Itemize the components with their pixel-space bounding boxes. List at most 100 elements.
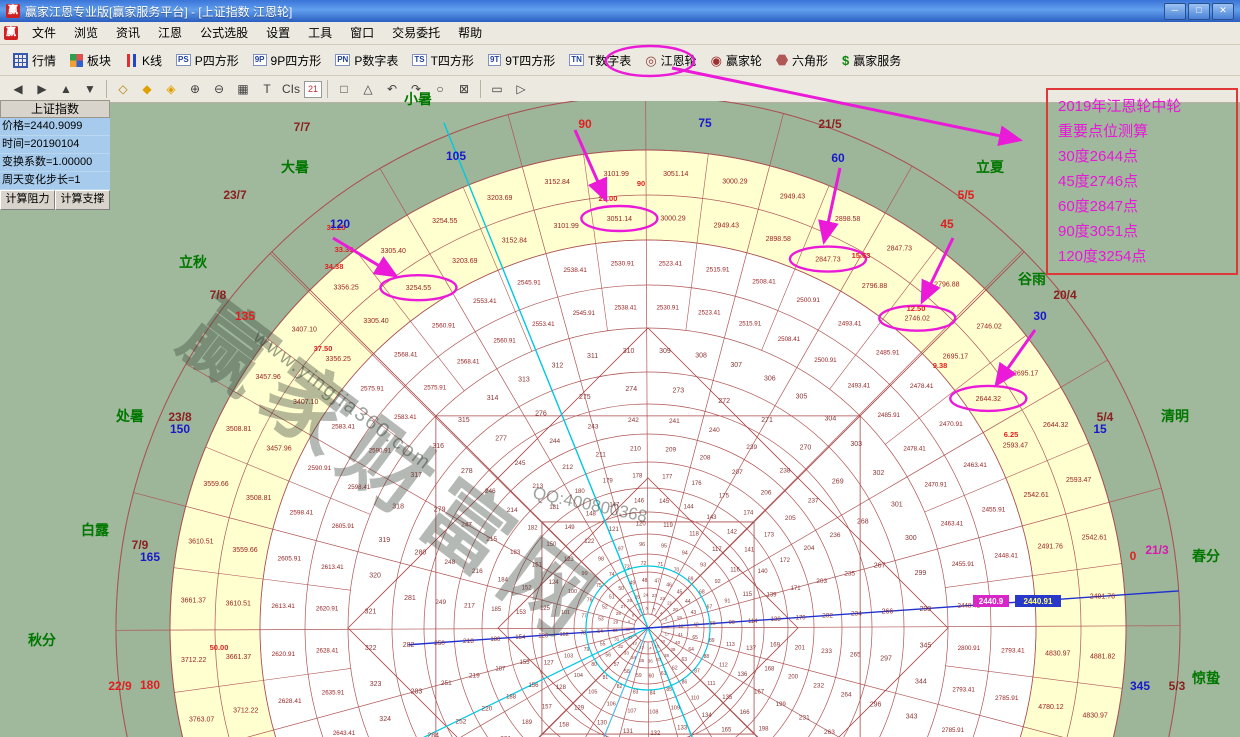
toolbar-item-label: 六角形 bbox=[792, 52, 828, 69]
app-icon: 赢 bbox=[6, 4, 20, 18]
toolbar-item-label: 9P四方形 bbox=[271, 52, 322, 69]
calc-resistance-button[interactable]: 计算阻力 bbox=[0, 190, 55, 210]
badge-icon: PN bbox=[335, 54, 350, 66]
toolbar-item-label: K线 bbox=[142, 52, 162, 69]
menu-item-6[interactable]: 工具 bbox=[299, 22, 341, 44]
menu-item-9[interactable]: 帮助 bbox=[449, 22, 491, 44]
annotation-line-1: 重要点位测算 bbox=[1058, 119, 1226, 144]
rotate-ccw-button[interactable]: ↶ bbox=[381, 79, 403, 99]
toolbar-item-10[interactable]: ◉ 赢家轮 bbox=[704, 45, 769, 75]
badge-icon: 9T bbox=[488, 54, 501, 66]
triangle-tool-button[interactable]: △ bbox=[357, 79, 379, 99]
info-panel-title: 上证指数 bbox=[0, 100, 110, 118]
toolbar-main: 行情 板块 K线 PS P四方形 9P9P四方形 PN P数字表 TS T四方形 9T 9T四方形 TN… bbox=[0, 45, 1240, 76]
calc-support-button[interactable]: 计算支撑 bbox=[55, 190, 110, 210]
toolbar-item-8[interactable]: TN T数字表 bbox=[562, 45, 638, 75]
diamond-outline-button[interactable]: ◇ bbox=[112, 79, 134, 99]
toolbar-item-label: 赢家轮 bbox=[726, 52, 762, 69]
toolbar-item-12[interactable]: $ 赢家服务 bbox=[835, 45, 908, 75]
rect-tool-button[interactable]: □ bbox=[333, 79, 355, 99]
maximize-button[interactable]: □ bbox=[1188, 3, 1210, 20]
next-button[interactable]: ▶ bbox=[31, 79, 53, 99]
toolbar-item-label: P数字表 bbox=[354, 52, 398, 69]
toolbar-item-3[interactable]: PS P四方形 bbox=[169, 45, 246, 75]
toolbar-item-label: P四方形 bbox=[195, 52, 239, 69]
annotation-line-4: 60度2847点 bbox=[1058, 194, 1226, 219]
delete-box-button[interactable]: ⊠ bbox=[453, 79, 475, 99]
annotation-box: 2019年江恩轮中轮重要点位测算30度2644点45度2746点60度2847点… bbox=[1046, 88, 1238, 275]
filter-button[interactable]: ▼ bbox=[79, 79, 101, 99]
menu-bar: 赢 文件浏览资讯江恩公式选股设置工具窗口交易委托帮助 bbox=[0, 22, 1240, 45]
annotation-line-6: 120度3254点 bbox=[1058, 244, 1226, 269]
minimize-button[interactable]: ─ bbox=[1164, 3, 1186, 20]
info-panel: 上证指数 价格=2440.9099时间=20190104变换系数=1.00000… bbox=[0, 100, 110, 210]
toolbar-item-label: 行情 bbox=[32, 52, 56, 69]
toolbar-item-label: T数字表 bbox=[588, 52, 631, 69]
hex-icon bbox=[776, 54, 788, 66]
toolbar-item-5[interactable]: PN P数字表 bbox=[328, 45, 405, 75]
menu-item-5[interactable]: 设置 bbox=[257, 22, 299, 44]
annotation-line-5: 90度3051点 bbox=[1058, 219, 1226, 244]
target-icon: ◎ bbox=[645, 54, 656, 67]
info-row-price: 价格=2440.9099 bbox=[0, 118, 110, 136]
annotation-line-2: 30度2644点 bbox=[1058, 144, 1226, 169]
diamond-filled-button[interactable]: ◆ bbox=[136, 79, 158, 99]
zoom-in-button[interactable]: ⊕ bbox=[184, 79, 206, 99]
toolbar-item-4[interactable]: 9P9P四方形 bbox=[246, 45, 328, 75]
kline-icon bbox=[125, 54, 138, 67]
toolbar-separator bbox=[106, 80, 107, 98]
info-rows: 价格=2440.9099时间=20190104变换系数=1.00000周天变化步… bbox=[0, 118, 110, 190]
menu-item-8[interactable]: 交易委托 bbox=[383, 22, 449, 44]
toolbar-item-7[interactable]: 9T 9T四方形 bbox=[481, 45, 562, 75]
annotation-line-0: 2019年江恩轮中轮 bbox=[1058, 94, 1226, 119]
cls-button[interactable]: CIs bbox=[280, 79, 302, 99]
rotate-cw-button[interactable]: ↷ bbox=[405, 79, 427, 99]
toolbar-item-6[interactable]: TS T四方形 bbox=[405, 45, 481, 75]
info-row-time: 时间=20190104 bbox=[0, 136, 110, 154]
menu-item-1[interactable]: 浏览 bbox=[65, 22, 107, 44]
badge-icon: TS bbox=[412, 54, 426, 66]
prev-button[interactable]: ◀ bbox=[7, 79, 29, 99]
toolbar-item-label: 板块 bbox=[87, 52, 111, 69]
window-controls: ─□✕ bbox=[1164, 3, 1234, 20]
toolbar-item-0[interactable]: 行情 bbox=[6, 45, 63, 75]
window-title: 赢家江恩专业版[赢家服务平台] - [上证指数 江恩轮] bbox=[25, 3, 1164, 20]
toolbar-separator bbox=[480, 80, 481, 98]
blocks-icon bbox=[70, 54, 83, 67]
menu-item-2[interactable]: 资讯 bbox=[107, 22, 149, 44]
close-button[interactable]: ✕ bbox=[1212, 3, 1234, 20]
circle-tool-button[interactable]: ○ bbox=[429, 79, 451, 99]
toolbar-item-label: 9T四方形 bbox=[505, 52, 555, 69]
title-bar: 赢 赢家江恩专业版[赢家服务平台] - [上证指数 江恩轮] ─□✕ bbox=[0, 0, 1240, 22]
zoom-out-button[interactable]: ⊖ bbox=[208, 79, 230, 99]
badge-icon: PS bbox=[176, 54, 191, 66]
toolbar-separator bbox=[327, 80, 328, 98]
menu-item-3[interactable]: 江恩 bbox=[149, 22, 191, 44]
up-triangle-button[interactable]: ▲ bbox=[55, 79, 77, 99]
chart-window-button[interactable]: ▦ bbox=[232, 79, 254, 99]
toolbar-item-1[interactable]: 板块 bbox=[63, 45, 118, 75]
pointer-tool-button[interactable]: ▷ bbox=[510, 79, 532, 99]
toolbar-item-11[interactable]: 六角形 bbox=[769, 45, 835, 75]
dollar-icon: $ bbox=[842, 54, 849, 67]
t-tool-button[interactable]: T bbox=[256, 79, 278, 99]
badge-icon: TN bbox=[569, 54, 584, 66]
info-row-coefficient: 变换系数=1.00000 bbox=[0, 154, 110, 172]
diamond-multi-button[interactable]: ◈ bbox=[160, 79, 182, 99]
grid-icon bbox=[13, 53, 28, 68]
toolbar-item-9[interactable]: ◎ 江恩轮 bbox=[638, 45, 703, 75]
marquee-tool-button[interactable]: ▭ bbox=[486, 79, 508, 99]
info-row-step: 周天变化步长=1 bbox=[0, 172, 110, 190]
wheel-icon: ◉ bbox=[711, 54, 722, 67]
toolbar-item-label: 赢家服务 bbox=[853, 52, 901, 69]
toolbar-item-label: 江恩轮 bbox=[661, 52, 697, 69]
toolbar-item-label: T四方形 bbox=[431, 52, 474, 69]
calendar-button[interactable]: 21 bbox=[304, 81, 322, 98]
menu-item-4[interactable]: 公式选股 bbox=[191, 22, 257, 44]
info-buttons: 计算阻力计算支撑 bbox=[0, 190, 110, 210]
toolbar-item-2[interactable]: K线 bbox=[118, 45, 169, 75]
annotation-line-3: 45度2746点 bbox=[1058, 169, 1226, 194]
menu-item-7[interactable]: 窗口 bbox=[341, 22, 383, 44]
menu-logo-icon: 赢 bbox=[4, 26, 18, 40]
menu-item-0[interactable]: 文件 bbox=[23, 22, 65, 44]
